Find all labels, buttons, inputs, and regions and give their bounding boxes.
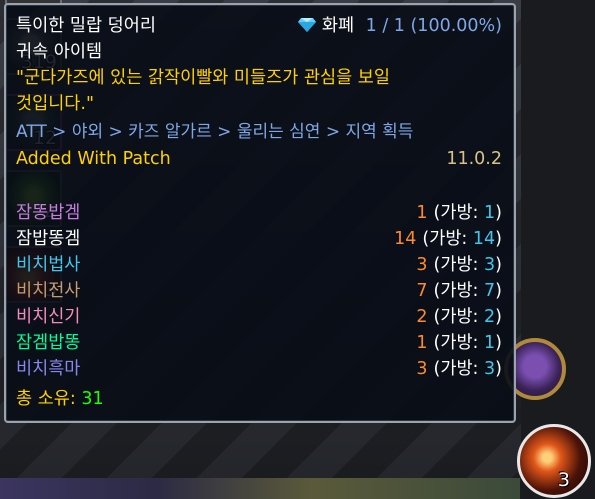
bag-open: (가방: bbox=[433, 255, 485, 275]
bag-open: (가방: bbox=[433, 359, 485, 379]
currency-label: 화폐 bbox=[321, 16, 355, 36]
count-value: 1 bbox=[416, 203, 428, 223]
bag-slot-orb[interactable]: 3 bbox=[517, 424, 591, 498]
diamond-icon bbox=[297, 18, 316, 32]
currency-value: 1 / 1 (100.00%) bbox=[365, 16, 502, 36]
bag-value: 1 bbox=[484, 333, 496, 353]
bag-close: ) bbox=[495, 359, 502, 379]
character-name: 잠겜밥똥 bbox=[16, 333, 81, 353]
bag-close: ) bbox=[495, 229, 502, 249]
binding-text: 귀속 아이템 bbox=[16, 42, 103, 62]
bag-open: (가방: bbox=[433, 307, 485, 327]
total-value: 31 bbox=[81, 389, 104, 409]
count-value: 3 bbox=[416, 255, 428, 275]
flavor-text-1: "군다가즈에 있는 갉작이빨와 미들즈가 관심을 보일 bbox=[16, 68, 390, 88]
bag-open: (가방: bbox=[433, 203, 485, 223]
action-bar-strip bbox=[0, 478, 520, 499]
slot-count: 3 bbox=[557, 469, 570, 491]
patch-version: 11.0.2 bbox=[446, 149, 502, 169]
bag-value: 3 bbox=[484, 359, 496, 379]
character-name: 비치전사 bbox=[16, 281, 81, 301]
bag-value: 14 bbox=[472, 229, 496, 249]
character-count: 2 (가방: 2) bbox=[416, 306, 502, 328]
character-count: 14 (가방: 14) bbox=[394, 228, 502, 250]
currency-readout: 화폐 1 / 1 (100.00%) bbox=[297, 15, 502, 37]
bag-value: 1 bbox=[484, 203, 496, 223]
count-value: 7 bbox=[416, 281, 428, 301]
count-value: 2 bbox=[416, 307, 428, 327]
item-name: 특이한 밀랍 덩어리 bbox=[16, 16, 156, 36]
bag-close: ) bbox=[495, 255, 502, 275]
character-name: 잠밥똥겜 bbox=[16, 229, 81, 249]
total-owned: 총 소유: 31 bbox=[16, 388, 104, 410]
bag-value: 7 bbox=[484, 281, 496, 301]
character-name: 잠똥밥겜 bbox=[16, 203, 81, 223]
character-count: 1 (가방: 1) bbox=[416, 202, 502, 224]
bag-close: ) bbox=[495, 307, 502, 327]
character-count: 3 (가방: 3) bbox=[416, 358, 502, 380]
count-value: 1 bbox=[416, 333, 428, 353]
bag-close: ) bbox=[495, 333, 502, 353]
bag-close: ) bbox=[495, 203, 502, 223]
bag-close: ) bbox=[495, 281, 502, 301]
character-count: 7 (가방: 7) bbox=[416, 280, 502, 302]
character-name: 비치법사 bbox=[16, 255, 81, 275]
character-name: 비치신기 bbox=[16, 307, 81, 327]
source-path: ATT > 야외 > 카즈 알가르 > 울리는 심연 > 지역 획득 bbox=[16, 122, 414, 142]
count-value: 3 bbox=[416, 359, 428, 379]
character-count: 1 (가방: 1) bbox=[416, 332, 502, 354]
bag-value: 3 bbox=[484, 255, 496, 275]
count-value: 14 bbox=[394, 229, 417, 249]
patch-label: Added With Patch bbox=[16, 149, 171, 169]
character-count: 3 (가방: 3) bbox=[416, 254, 502, 276]
character-name: 비치흑마 bbox=[16, 359, 81, 379]
total-label: 총 소유: bbox=[16, 389, 82, 409]
bag-open: (가방: bbox=[422, 229, 473, 249]
bag-open: (가방: bbox=[433, 281, 485, 301]
bag-open: (가방: bbox=[433, 333, 485, 353]
item-tooltip: 특이한 밀랍 덩어리 화폐 1 / 1 (100.00%) 귀속 아이템 "군다… bbox=[4, 3, 516, 423]
bag-value: 2 bbox=[484, 307, 496, 327]
flavor-text-2: 것입니다." bbox=[16, 94, 95, 114]
